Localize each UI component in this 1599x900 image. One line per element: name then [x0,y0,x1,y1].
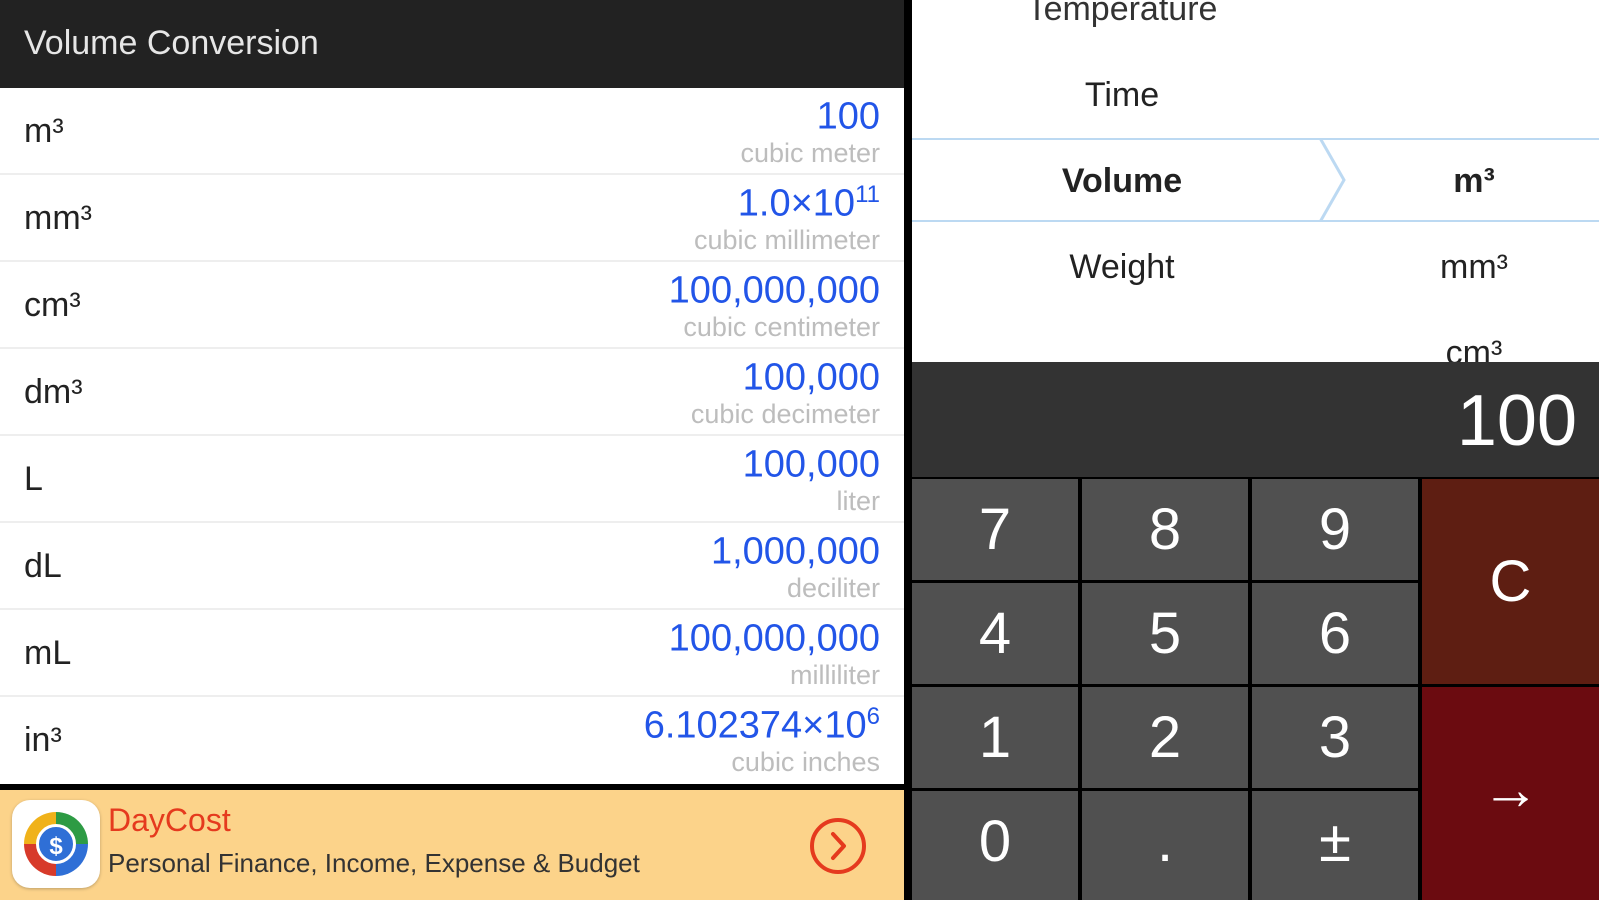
key-6[interactable]: 6 [1252,583,1418,684]
ad-tagline: Personal Finance, Income, Expense & Budg… [108,848,640,878]
unit-name: cubic inches [731,747,880,777]
unit-picker[interactable]: Temperature Time Volume Weight m³ mm³ cm… [912,0,1599,362]
list-item[interactable]: L 100,000 liter [0,436,904,523]
unit-name: milliliter [790,660,880,690]
unit-symbol: m³ [24,112,64,150]
dollar-icon: $ [36,824,76,864]
list-item[interactable]: m³ 100 cubic meter [0,88,904,175]
picker-unit[interactable]: mm³ [1349,248,1599,287]
unit-symbol: dm³ [24,373,83,411]
unit-symbol: mL [24,634,72,672]
key-4[interactable]: 4 [912,583,1078,684]
picker-category[interactable]: Weight [912,248,1332,287]
converted-value: 100,000,000 [668,617,880,660]
converted-value: 6.102374×106 [643,703,880,747]
input-value: 100 [1456,381,1577,461]
key-2[interactable]: 2 [1082,687,1248,788]
picker-unit[interactable]: cm³ [1349,334,1599,362]
list-item[interactable]: mL 100,000,000 milliliter [0,610,904,697]
title-bar: Volume Conversion [0,0,904,88]
list-item[interactable]: mm³ 1.0×1011 cubic millimeter [0,175,904,262]
unit-symbol: cm³ [24,286,81,324]
unit-name: cubic meter [740,138,880,168]
converted-value: 1.0×1011 [737,181,880,225]
picker-unit-selected[interactable]: m³ [1349,162,1599,201]
converted-value: 100,000,000 [668,269,880,312]
unit-symbol: L [24,460,43,498]
unit-symbol: dL [24,547,62,585]
unit-symbol: in³ [24,721,62,759]
conversion-panel: Volume Conversion m³ 100 cubic meter mm³… [0,0,904,900]
converted-value: 100,000 [742,356,880,399]
converted-value: 100,000 [742,443,880,486]
key-decimal[interactable]: . [1082,791,1248,900]
key-plus-minus[interactable]: ± [1252,791,1418,900]
unit-name: deciliter [786,573,880,603]
list-item[interactable]: dm³ 100,000 cubic decimeter [0,349,904,436]
input-display: 100 [912,362,1599,477]
unit-name: liter [836,486,880,516]
picker-category-selected[interactable]: Volume [912,162,1332,201]
picker-category[interactable]: Temperature [912,0,1332,29]
ad-brand: DayCost [108,802,231,838]
clear-button[interactable]: C [1422,479,1599,684]
key-5[interactable]: 5 [1082,583,1248,684]
converted-value: 100 [816,95,880,138]
ad-banner[interactable]: $ DayCost Personal Finance, Income, Expe… [0,790,904,900]
page-title: Volume Conversion [24,24,319,62]
unit-name: cubic decimeter [690,399,880,429]
conversion-list[interactable]: m³ 100 cubic meter mm³ 1.0×1011 cubic mi… [0,88,904,784]
unit-name: cubic millimeter [693,225,880,255]
list-item[interactable]: cm³ 100,000,000 cubic centimeter [0,262,904,349]
daycost-app-icon[interactable]: $ [12,800,100,888]
key-8[interactable]: 8 [1082,479,1248,580]
enter-arrow-button[interactable]: → [1422,687,1599,900]
input-panel: Temperature Time Volume Weight m³ mm³ cm… [912,0,1599,900]
unit-name: cubic centimeter [683,312,880,342]
picker-category[interactable]: Time [912,76,1332,115]
key-1[interactable]: 1 [912,687,1078,788]
unit-symbol: mm³ [24,199,92,237]
list-item[interactable]: in³ 6.102374×106 cubic inches [0,697,904,784]
key-3[interactable]: 3 [1252,687,1418,788]
key-0[interactable]: 0 [912,791,1078,900]
key-9[interactable]: 9 [1252,479,1418,580]
converted-value: 1,000,000 [710,530,880,573]
list-item[interactable]: dL 1,000,000 deciliter [0,523,904,610]
key-7[interactable]: 7 [912,479,1078,580]
chevron-right-circle-icon[interactable] [810,818,866,874]
